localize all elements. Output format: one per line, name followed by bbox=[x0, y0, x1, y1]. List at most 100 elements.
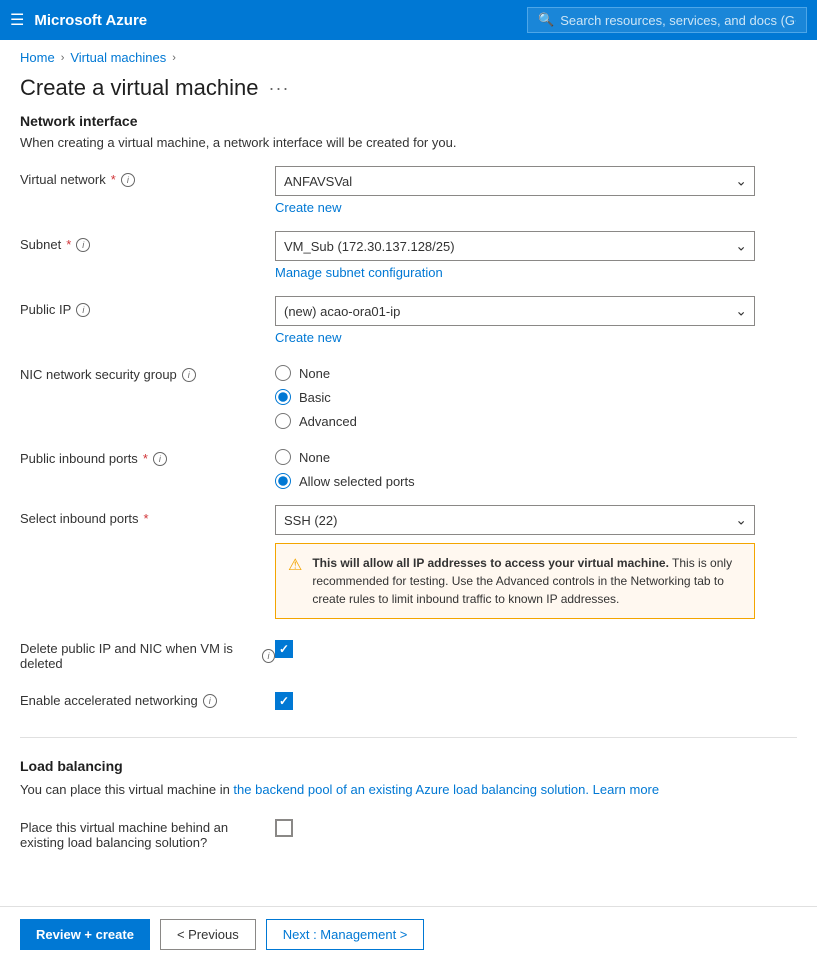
nic-nsg-basic-radio[interactable] bbox=[275, 389, 291, 405]
subnet-dropdown[interactable]: VM_Sub (172.30.137.128/25) bbox=[275, 231, 755, 261]
public-ip-dropdown[interactable]: (new) acao-ora01-ip bbox=[275, 296, 755, 326]
search-input[interactable] bbox=[560, 13, 796, 28]
accelerated-networking-checkbox[interactable]: ✓ bbox=[275, 692, 293, 710]
virtual-network-info-icon[interactable]: i bbox=[121, 173, 135, 187]
virtual-network-row: Virtual network * i ANFAVSVal Create new bbox=[20, 166, 797, 215]
public-ip-create-new-link[interactable]: Create new bbox=[275, 330, 797, 345]
virtual-network-control: ANFAVSVal Create new bbox=[275, 166, 797, 215]
virtual-network-dropdown-wrapper: ANFAVSVal bbox=[275, 166, 755, 196]
review-create-button[interactable]: Review + create bbox=[20, 919, 150, 950]
load-balancing-backend-pool-link[interactable]: the backend pool of an existing Azure lo… bbox=[233, 782, 589, 797]
bottom-bar: Review + create < Previous Next : Manage… bbox=[0, 906, 817, 962]
select-inbound-label: Select inbound ports * bbox=[20, 505, 275, 526]
subnet-info-icon[interactable]: i bbox=[76, 238, 90, 252]
search-bar-container: 🔍 bbox=[527, 7, 807, 33]
delete-ip-row: Delete public IP and NIC when VM is dele… bbox=[20, 635, 797, 671]
public-inbound-radio-group: None Allow selected ports bbox=[275, 445, 797, 489]
accelerated-networking-control: ✓ bbox=[275, 687, 797, 710]
breadcrumb-parent[interactable]: Virtual machines bbox=[70, 50, 166, 65]
subnet-dropdown-wrapper: VM_Sub (172.30.137.128/25) bbox=[275, 231, 755, 261]
load-balancing-section: Load balancing You can place this virtua… bbox=[20, 758, 797, 850]
select-inbound-control: SSH (22) ⚠ This will allow all IP addres… bbox=[275, 505, 797, 619]
delete-ip-checkmark: ✓ bbox=[279, 642, 289, 656]
next-management-button[interactable]: Next : Management > bbox=[266, 919, 425, 950]
section-divider bbox=[20, 737, 797, 738]
network-interface-desc: When creating a virtual machine, a netwo… bbox=[20, 135, 797, 150]
subnet-control: VM_Sub (172.30.137.128/25) Manage subnet… bbox=[275, 231, 797, 280]
delete-ip-control: ✓ bbox=[275, 635, 797, 658]
nic-nsg-info-icon[interactable]: i bbox=[182, 368, 196, 382]
public-inbound-required: * bbox=[143, 451, 148, 466]
place-behind-row: Place this virtual machine behind an exi… bbox=[20, 814, 797, 850]
nic-nsg-none-label: None bbox=[299, 366, 330, 381]
select-inbound-required: * bbox=[144, 511, 149, 526]
subnet-row: Subnet * i VM_Sub (172.30.137.128/25) Ma… bbox=[20, 231, 797, 280]
public-inbound-allow-option[interactable]: Allow selected ports bbox=[275, 473, 797, 489]
accelerated-networking-row: Enable accelerated networking i ✓ bbox=[20, 687, 797, 717]
page-more-button[interactable]: ··· bbox=[268, 78, 289, 99]
select-inbound-row: Select inbound ports * SSH (22) ⚠ This w… bbox=[20, 505, 797, 619]
load-desc-pre: You can place this virtual machine in bbox=[20, 782, 233, 797]
virtual-network-dropdown[interactable]: ANFAVSVal bbox=[275, 166, 755, 196]
place-behind-checkbox[interactable] bbox=[275, 819, 293, 837]
public-ip-label: Public IP i bbox=[20, 296, 275, 317]
place-behind-label: Place this virtual machine behind an exi… bbox=[20, 814, 275, 850]
delete-ip-checkbox-row: ✓ bbox=[275, 635, 797, 658]
breadcrumb-home[interactable]: Home bbox=[20, 50, 55, 65]
nic-nsg-advanced-label: Advanced bbox=[299, 414, 357, 429]
accelerated-networking-label: Enable accelerated networking i bbox=[20, 687, 275, 708]
learn-more-link[interactable]: Learn more bbox=[593, 782, 659, 797]
breadcrumb: Home › Virtual machines › bbox=[0, 40, 817, 71]
public-ip-row: Public IP i (new) acao-ora01-ip Create n… bbox=[20, 296, 797, 345]
public-ip-control: (new) acao-ora01-ip Create new bbox=[275, 296, 797, 345]
public-inbound-none-radio[interactable] bbox=[275, 449, 291, 465]
public-inbound-info-icon[interactable]: i bbox=[153, 452, 167, 466]
azure-logo: Microsoft Azure bbox=[34, 12, 147, 29]
inbound-warning-box: ⚠ This will allow all IP addresses to ac… bbox=[275, 543, 755, 619]
virtual-network-required: * bbox=[111, 172, 116, 187]
delete-ip-checkbox[interactable]: ✓ bbox=[275, 640, 293, 658]
virtual-network-create-new-link[interactable]: Create new bbox=[275, 200, 797, 215]
public-inbound-allow-label: Allow selected ports bbox=[299, 474, 415, 489]
top-nav: ☰ Microsoft Azure 🔍 bbox=[0, 0, 817, 40]
previous-button[interactable]: < Previous bbox=[160, 919, 256, 950]
network-interface-title: Network interface bbox=[20, 113, 797, 129]
place-behind-checkbox-row bbox=[275, 814, 797, 837]
public-inbound-label: Public inbound ports * i bbox=[20, 445, 275, 466]
select-inbound-dropdown[interactable]: SSH (22) bbox=[275, 505, 755, 535]
nic-nsg-advanced-radio[interactable] bbox=[275, 413, 291, 429]
nic-nsg-none-radio[interactable] bbox=[275, 365, 291, 381]
subnet-label: Subnet * i bbox=[20, 231, 275, 252]
public-ip-dropdown-wrapper: (new) acao-ora01-ip bbox=[275, 296, 755, 326]
main-content: Network interface When creating a virtua… bbox=[0, 113, 817, 886]
nic-nsg-control: None Basic Advanced bbox=[275, 361, 797, 429]
delete-ip-info-icon[interactable]: i bbox=[262, 649, 275, 663]
page-title: Create a virtual machine bbox=[20, 75, 258, 101]
warning-bold-text: This will allow all IP addresses to acce… bbox=[312, 556, 669, 570]
public-ip-info-icon[interactable]: i bbox=[76, 303, 90, 317]
nic-nsg-label: NIC network security group i bbox=[20, 361, 275, 382]
breadcrumb-sep1: › bbox=[61, 52, 65, 64]
public-inbound-control: None Allow selected ports bbox=[275, 445, 797, 489]
virtual-network-label: Virtual network * i bbox=[20, 166, 275, 187]
accelerated-networking-checkmark: ✓ bbox=[279, 694, 289, 708]
hamburger-icon[interactable]: ☰ bbox=[10, 10, 24, 30]
nic-nsg-radio-group: None Basic Advanced bbox=[275, 361, 797, 429]
nic-nsg-basic-label: Basic bbox=[299, 390, 331, 405]
nic-nsg-none-option[interactable]: None bbox=[275, 365, 797, 381]
nic-nsg-advanced-option[interactable]: Advanced bbox=[275, 413, 797, 429]
load-balancing-desc: You can place this virtual machine in th… bbox=[20, 780, 797, 800]
search-icon: 🔍 bbox=[538, 12, 554, 28]
nic-nsg-basic-option[interactable]: Basic bbox=[275, 389, 797, 405]
public-inbound-row: Public inbound ports * i None Allow sele… bbox=[20, 445, 797, 489]
public-inbound-allow-radio[interactable] bbox=[275, 473, 291, 489]
public-inbound-none-option[interactable]: None bbox=[275, 449, 797, 465]
warning-triangle-icon: ⚠ bbox=[288, 555, 302, 608]
breadcrumb-sep2: › bbox=[172, 52, 176, 64]
manage-subnet-link[interactable]: Manage subnet configuration bbox=[275, 265, 797, 280]
nav-left: ☰ Microsoft Azure bbox=[10, 10, 147, 30]
page-title-row: Create a virtual machine ··· bbox=[0, 71, 817, 113]
delete-ip-label: Delete public IP and NIC when VM is dele… bbox=[20, 635, 275, 671]
public-inbound-none-label: None bbox=[299, 450, 330, 465]
accelerated-networking-info-icon[interactable]: i bbox=[203, 694, 217, 708]
